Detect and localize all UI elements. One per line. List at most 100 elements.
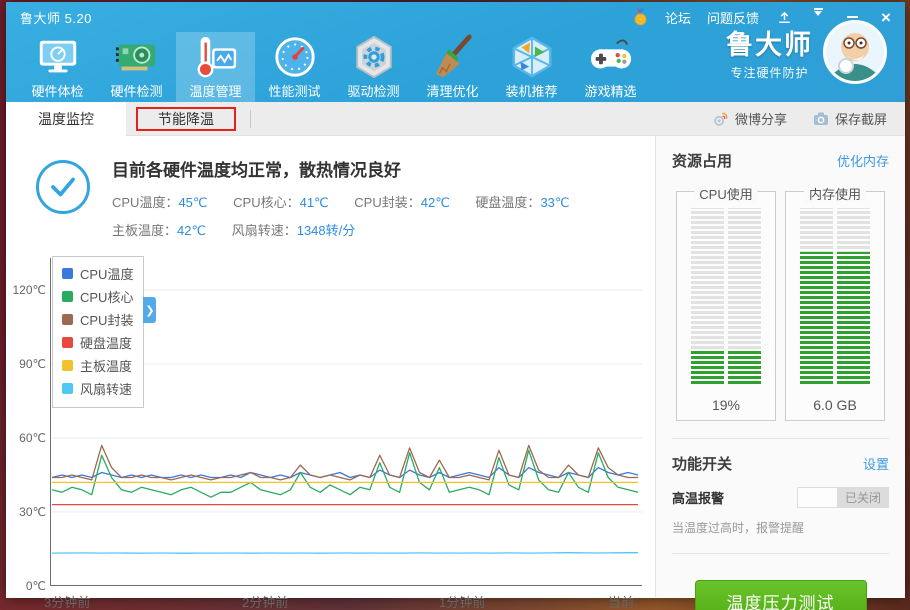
legend-swatch [62, 268, 73, 279]
cpu-meter-bar [691, 208, 761, 384]
cpu-usage-value: 19% [711, 397, 741, 413]
memory-meter-label: 内存使用 [803, 184, 867, 203]
settings-link[interactable]: 设置 [863, 454, 889, 473]
camera-icon [813, 112, 828, 125]
chart-legend: CPU温度 CPU核心 CPU封装 硬盘温度 主板温度 风扇转速 ❯ [52, 256, 157, 408]
nav-item-game-picks[interactable]: 游戏精选 [571, 32, 650, 102]
nav-item-build-recommend[interactable]: 装机推荐 [492, 32, 571, 102]
thermometer-chart-icon [197, 36, 236, 78]
desktop-wallpaper: 鲁大师 5.20 论坛 问题反馈 × 硬件体检 硬件检测 温度管理 性能测试 驱… [0, 0, 910, 610]
gear-hexagon-icon [355, 35, 392, 79]
reading-hdd-temp: 硬盘温度：33℃ [475, 195, 570, 210]
legend-swatch [62, 314, 73, 325]
y-tick-0: 0℃ [25, 579, 46, 593]
app-title: 鲁大师 5.20 [20, 10, 92, 26]
cpu-meter-label: CPU使用 [694, 184, 758, 203]
tab-temperature-monitor[interactable]: 温度监控 [6, 102, 126, 136]
memory-meter-fill [800, 252, 870, 384]
nav-label: 温度管理 [189, 84, 242, 99]
broom-icon [435, 34, 472, 78]
brand-name: 鲁大师 [726, 30, 813, 60]
nav-label: 装机推荐 [505, 84, 558, 99]
temperature-stress-test-button[interactable]: 温度压力测试 [694, 580, 867, 610]
y-tick-90: 90℃ [19, 357, 46, 371]
sidebar: 资源占用 优化内存 CPU使用 19% 内存使用 6.0 GB 功能开关 设置 … [655, 136, 905, 610]
memory-meter-bar [800, 208, 870, 384]
medal-icon[interactable] [632, 8, 649, 26]
reading-cpu-temp: CPU温度：45℃ [112, 195, 208, 210]
alarm-description: 当温度过高时，报警提醒 [672, 521, 805, 535]
red-annotation-box [136, 106, 236, 131]
tab-divider [250, 109, 251, 128]
y-tick-120: 120℃ [12, 283, 47, 297]
app-window: 鲁大师 5.20 论坛 问题反馈 × 硬件体检 硬件检测 温度管理 性能测试 驱… [6, 2, 905, 610]
legend-item-mainboard-temp[interactable]: 主板温度 [62, 356, 133, 375]
legend-swatch [62, 337, 73, 348]
weibo-share-button[interactable]: 微博分享 [713, 109, 787, 128]
y-tick-30: 30℃ [19, 505, 46, 519]
nav-item-benchmark[interactable]: 性能测试 [255, 32, 334, 102]
nav-label: 游戏精选 [584, 84, 637, 99]
optimize-memory-link[interactable]: 优化内存 [837, 151, 889, 170]
cube-icon [512, 36, 551, 78]
nav-label: 硬件体检 [31, 84, 84, 99]
reading-cpu-package: CPU封装：42℃ [354, 195, 450, 210]
legend-item-fan-speed[interactable]: 风扇转速 [62, 379, 133, 398]
legend-item-hdd-temp[interactable]: 硬盘温度 [62, 333, 133, 352]
sidebar-divider [672, 553, 889, 554]
weibo-share-label: 微博分享 [734, 112, 787, 127]
mascot-avatar[interactable] [823, 20, 887, 84]
nav-label: 硬件检测 [110, 84, 163, 99]
cpu-meter-fill [691, 350, 761, 384]
main-nav: 硬件体检 硬件检测 温度管理 性能测试 驱动检测 清理优化 装机推荐 游戏精选 … [6, 20, 905, 102]
high-temp-alarm-label: 高温报警 [672, 491, 725, 506]
brand: 鲁大师 专注硬件防护 [726, 20, 887, 84]
nav-item-driver-check[interactable]: 驱动检测 [334, 32, 413, 102]
temperature-chart: 120℃ 90℃ 60℃ 30℃ 0℃ 3分钟前 2分钟前 1分钟前 当前 CP… [6, 256, 655, 610]
reading-fan-speed: 风扇转速：1348转/分 [231, 223, 356, 238]
toggle-knob [798, 488, 838, 507]
tab-energy-saving[interactable]: 节能降温 [126, 102, 246, 136]
x-tick-1min: 1分钟前 [439, 595, 486, 610]
main-panel: 目前各硬件温度均正常，散热情况良好 CPU温度：45℃ CPU核心：41℃ CP… [6, 136, 655, 610]
reading-mainboard-temp: 主板温度：42℃ [112, 223, 207, 238]
save-screenshot-label: 保存截屏 [834, 112, 887, 127]
nav-label: 清理优化 [426, 84, 479, 99]
gauge-icon [274, 37, 315, 77]
header: 鲁大师 5.20 论坛 问题反馈 × 硬件体检 硬件检测 温度管理 性能测试 驱… [6, 2, 905, 102]
legend-item-cpu-temp[interactable]: CPU温度 [62, 264, 133, 283]
status-block: 目前各硬件温度均正常，散热情况良好 CPU温度：45℃ CPU核心：41℃ CP… [6, 136, 655, 248]
toggle-state-label: 已关闭 [838, 488, 888, 507]
save-screenshot-button[interactable]: 保存截屏 [813, 109, 887, 128]
x-tick-2min: 2分钟前 [242, 595, 289, 610]
sidebar-divider [672, 438, 889, 439]
nav-item-hardware-test[interactable]: 硬件检测 [97, 32, 176, 102]
y-tick-60: 60℃ [19, 431, 46, 445]
legend-swatch [62, 360, 73, 371]
reading-cpu-core: CPU核心：41℃ [233, 195, 329, 210]
legend-item-cpu-package[interactable]: CPU封装 [62, 310, 133, 329]
legend-collapse-arrow-icon[interactable]: ❯ [143, 297, 157, 323]
status-title: 目前各硬件温度均正常，散热情况良好 [112, 161, 401, 180]
x-tick-now: 当前 [608, 595, 635, 610]
legend-swatch [62, 291, 73, 302]
check-circle-icon [36, 160, 90, 214]
weibo-icon [714, 112, 728, 126]
nav-item-temperature-manage[interactable]: 温度管理 [176, 32, 255, 102]
high-temp-alarm-toggle[interactable]: 已关闭 [797, 487, 889, 508]
nav-label: 性能测试 [268, 84, 321, 99]
gpu-card-icon [115, 44, 155, 71]
cpu-usage-meter: CPU使用 19% [676, 184, 776, 421]
memory-usage-meter: 内存使用 6.0 GB [785, 184, 885, 421]
memory-usage-value: 6.0 GB [813, 397, 857, 413]
legend-item-cpu-core[interactable]: CPU核心 [62, 287, 133, 306]
forum-link[interactable]: 论坛 [665, 8, 691, 27]
tab-label: 温度监控 [38, 110, 94, 127]
gamepad-icon [590, 39, 631, 69]
nav-item-cleanup[interactable]: 清理优化 [413, 32, 492, 102]
nav-item-hardware-exam[interactable]: 硬件体检 [18, 32, 97, 102]
nav-label: 驱动检测 [347, 84, 400, 99]
legend-swatch [62, 383, 73, 394]
resource-title: 资源占用 [672, 153, 733, 170]
switches-title: 功能开关 [672, 456, 733, 473]
